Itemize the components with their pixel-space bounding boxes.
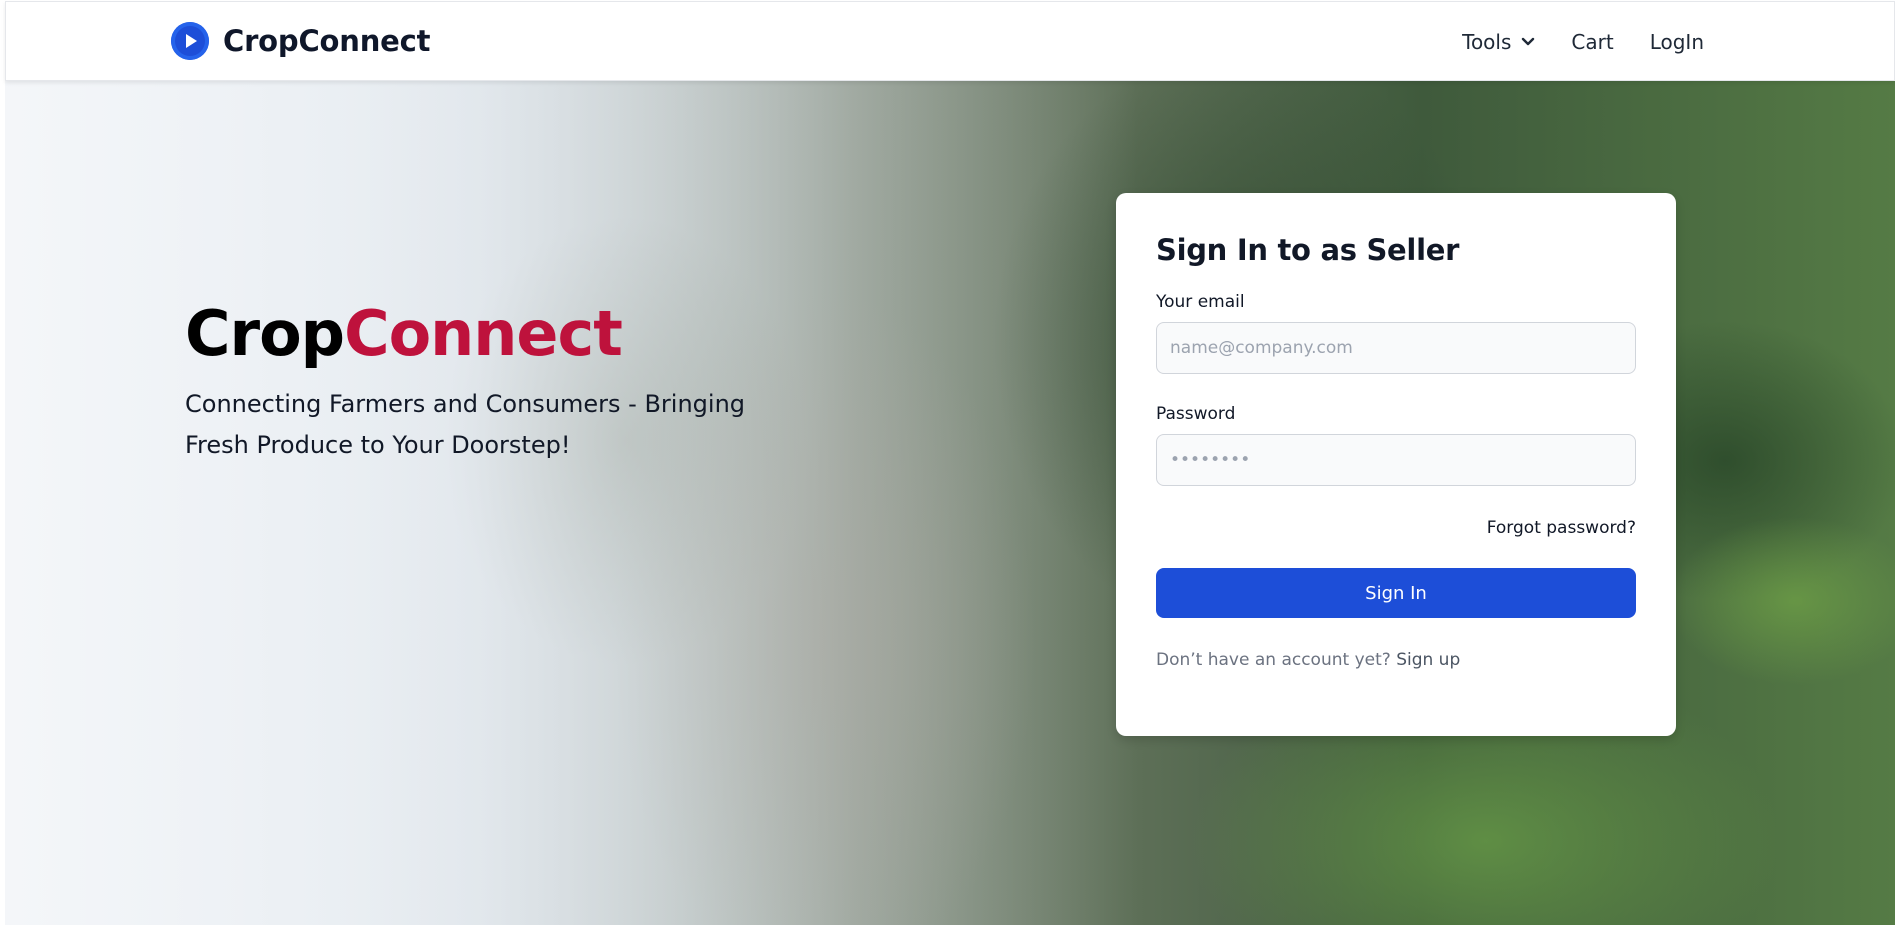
password-field[interactable]: [1156, 434, 1636, 486]
signup-prompt: Don’t have an account yet? Sign up: [1156, 650, 1636, 670]
brand-name: CropConnect: [223, 24, 431, 58]
password-label: Password: [1156, 404, 1236, 424]
nav-tools-dropdown[interactable]: Tools: [1462, 30, 1535, 54]
signin-button[interactable]: Sign In: [1156, 568, 1636, 618]
nav-cart-link[interactable]: Cart: [1571, 30, 1613, 54]
email-field[interactable]: [1156, 322, 1636, 374]
hero-content: CropConnect Connecting Farmers and Consu…: [185, 297, 805, 466]
nav-links: Tools Cart LogIn: [1462, 30, 1704, 54]
hero-tagline: Connecting Farmers and Consumers - Bring…: [185, 390, 746, 460]
play-circle-icon: [171, 22, 209, 60]
chevron-down-icon: [1522, 37, 1535, 46]
no-account-text: Don’t have an account yet?: [1156, 650, 1397, 670]
nav-login-link[interactable]: LogIn: [1650, 30, 1704, 54]
signup-link[interactable]: Sign up: [1396, 650, 1460, 670]
brand-link[interactable]: CropConnect: [171, 22, 430, 60]
hero-title: CropConnect: [185, 297, 805, 370]
hero-title-connect: Connect: [344, 297, 623, 370]
signin-title: Sign In to as Seller: [1156, 233, 1460, 267]
nav-tools-label: Tools: [1462, 30, 1512, 54]
top-navbar: CropConnect Tools Cart LogIn: [5, 1, 1895, 81]
hero-title-crop: Crop: [185, 297, 345, 370]
email-label: Your email: [1156, 292, 1245, 312]
signin-card: Sign In to as Seller Your email Password…: [1116, 193, 1676, 736]
forgot-password-link[interactable]: Forgot password?: [1156, 518, 1636, 538]
